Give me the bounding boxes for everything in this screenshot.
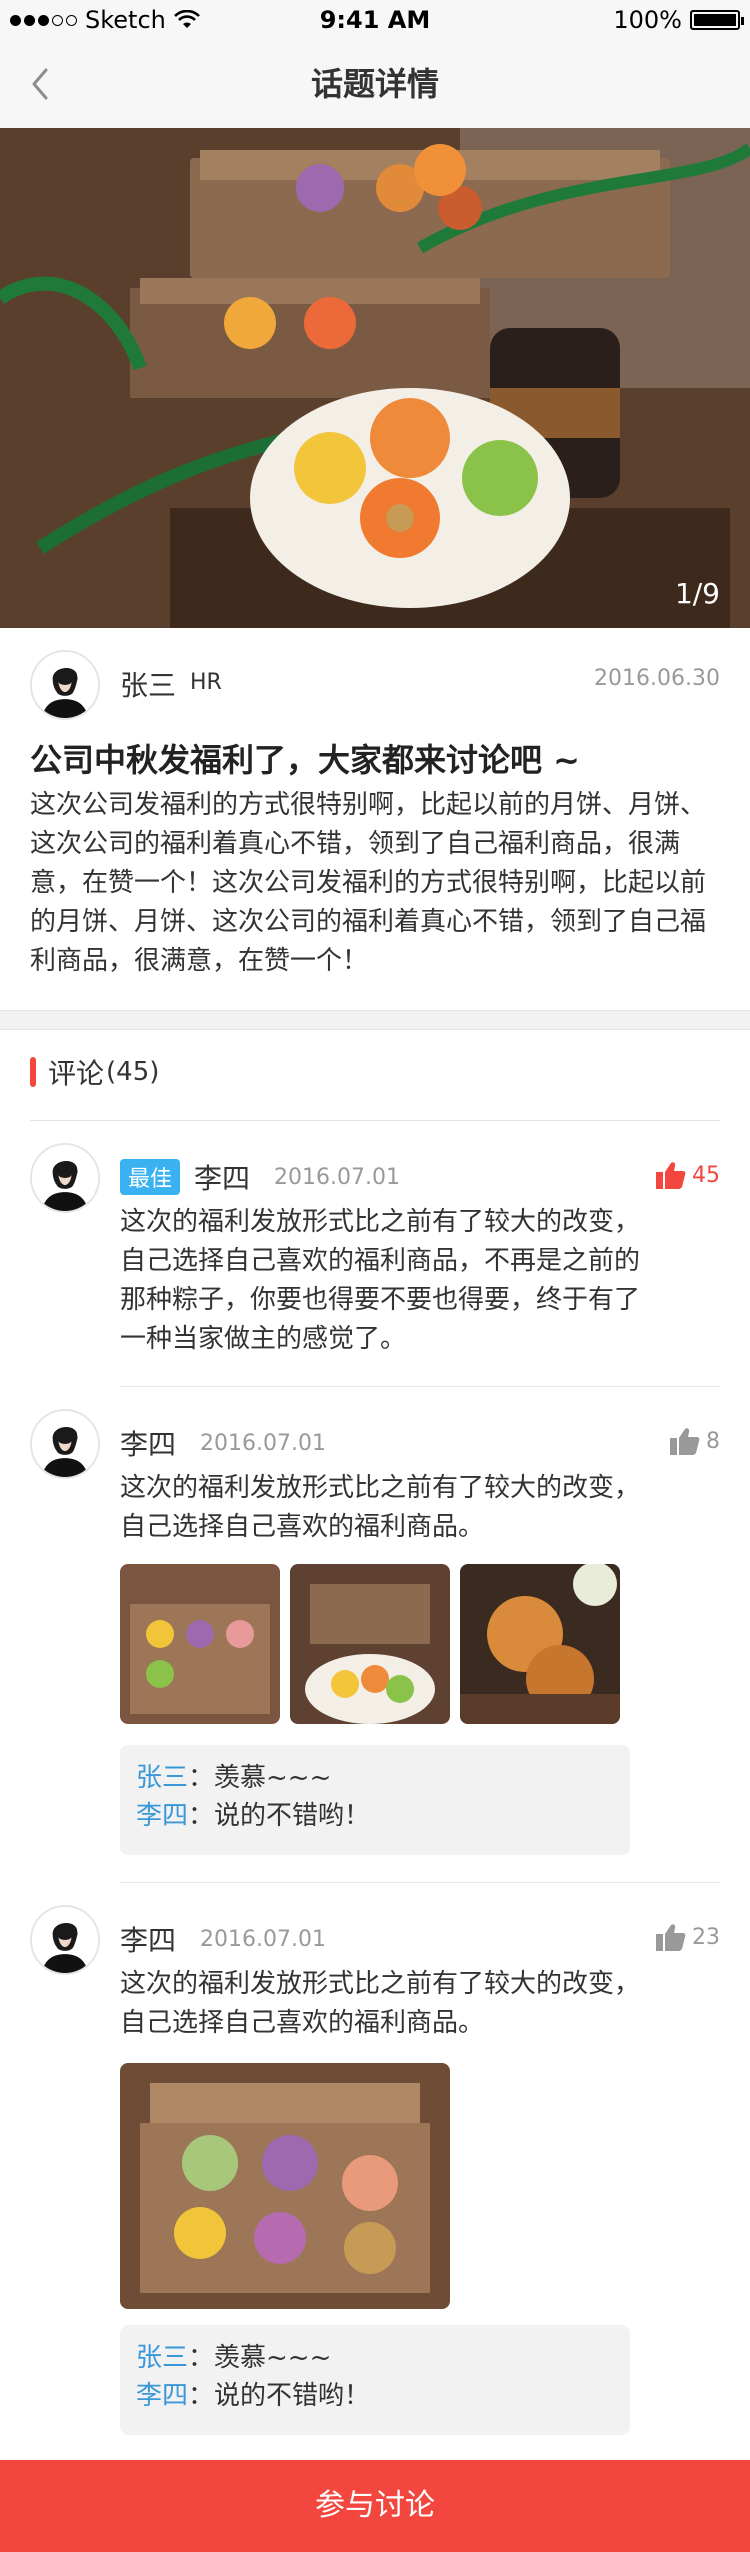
reply-user[interactable]: 李四 xyxy=(136,1801,188,1831)
comment-image[interactable] xyxy=(290,1564,450,1724)
commenter-name[interactable]: 李四 xyxy=(120,1423,176,1463)
battery-icon xyxy=(690,10,744,30)
reply-text: ：说的不错哟！ xyxy=(188,1801,371,1831)
section-marker xyxy=(30,1057,36,1087)
avatar[interactable] xyxy=(30,1409,100,1479)
user-avatar-icon xyxy=(32,652,98,718)
like-count: 23 xyxy=(692,1924,720,1950)
reply-text: ：说的不错哟！ xyxy=(188,2381,371,2411)
comment-date: 2016.07.01 xyxy=(200,1926,326,1952)
comment-meta: 李四 2016.07.01 xyxy=(120,1919,326,1959)
join-discussion-button[interactable]: 参与讨论 xyxy=(0,2460,750,2552)
user-avatar-icon xyxy=(32,1411,98,1477)
nav-bar: 话题详情 xyxy=(0,40,750,128)
reply-user[interactable]: 李四 xyxy=(136,2381,188,2411)
comment-text: 这次的福利发放形式比之前有了较大的改变，自己选择自己喜欢的福利商品，不再是之前的… xyxy=(120,1207,641,1354)
comment-item: 最佳 李四 2016.07.01 45 这次的福利发放形式比之前有了较大的改变，… xyxy=(30,1143,720,1383)
comments-header: 评论 (45) xyxy=(30,1052,159,1092)
comment-meta: 李四 2016.07.01 xyxy=(120,1423,326,1463)
hero-image-carousel[interactable]: 1/9 xyxy=(0,128,750,628)
divider xyxy=(30,1120,720,1121)
author-name[interactable]: 张三 xyxy=(120,664,176,704)
post-body: 这次公司发福利的方式很特别啊，比起以前的月饼、月饼、这次公司的福利着真心不错，领… xyxy=(30,790,707,976)
reply-user[interactable]: 张三 xyxy=(136,2343,188,2373)
thumbs-up-icon xyxy=(656,1162,686,1189)
mooncake-photo xyxy=(0,128,750,628)
like-button[interactable]: 23 xyxy=(656,1923,720,1951)
thumbs-up-icon xyxy=(656,1924,686,1951)
mooncake-closeup-photo xyxy=(460,1564,620,1724)
status-bar: Sketch 9:41 AM 100% xyxy=(0,0,750,40)
comments-count: (45) xyxy=(106,1057,160,1087)
divider xyxy=(120,1882,720,1883)
comment-item: 李四 2016.07.01 8 这次的福利发放形式比之前有了较大的改变，自己选择… xyxy=(30,1409,720,1879)
like-button[interactable]: 45 xyxy=(656,1161,720,1189)
image-counter: 1/9 xyxy=(674,577,720,610)
thumbs-up-icon xyxy=(670,1428,700,1455)
avatar[interactable] xyxy=(30,1143,100,1213)
commenter-name[interactable]: 李四 xyxy=(120,1919,176,1959)
like-count: 45 xyxy=(692,1162,720,1188)
avatar[interactable] xyxy=(30,650,100,720)
avatar[interactable] xyxy=(30,1905,100,1975)
page-title: 话题详情 xyxy=(310,65,439,103)
mooncake-box-photo xyxy=(120,1564,280,1724)
reply-item: 张三：羡慕~~~ xyxy=(136,2339,614,2377)
user-avatar-icon xyxy=(32,1907,98,1973)
comment-image[interactable] xyxy=(120,1564,280,1724)
author-role: HR xyxy=(190,670,222,695)
comment-meta: 最佳 李四 2016.07.01 xyxy=(120,1157,400,1197)
reply-text: ：羡慕~~~ xyxy=(188,2343,332,2373)
post-date: 2016.06.30 xyxy=(594,666,720,691)
comments-title: 评论 xyxy=(48,1057,105,1090)
comment-text: 这次的福利发放形式比之前有了较大的改变，自己选择自己喜欢的福利商品。 xyxy=(120,1969,641,2038)
chevron-left-icon xyxy=(32,68,48,100)
reply-item: 张三：羡慕~~~ xyxy=(136,1759,614,1797)
comment-image[interactable] xyxy=(460,1564,620,1724)
post-author-row: 张三 HR 2016.06.30 xyxy=(30,650,720,720)
back-button[interactable] xyxy=(20,60,64,108)
battery-percent: 100% xyxy=(613,6,682,34)
reply-item: 李四：说的不错哟！ xyxy=(136,1797,614,1835)
section-divider xyxy=(0,1010,750,1030)
reply-box: 张三：羡慕~~~ 李四：说的不错哟！ xyxy=(120,1745,630,1855)
comment-date: 2016.07.01 xyxy=(274,1164,400,1190)
reply-item: 李四：说的不错哟！ xyxy=(136,2377,614,2415)
comment-item: 李四 2016.07.01 23 这次的福利发放形式比之前有了较大的改变，自己选… xyxy=(30,1905,720,2435)
user-avatar-icon xyxy=(32,1145,98,1211)
comment-image[interactable] xyxy=(120,2063,450,2309)
like-button[interactable]: 8 xyxy=(670,1427,720,1455)
reply-box: 张三：羡慕~~~ 李四：说的不错哟！ xyxy=(120,2325,630,2435)
comment-date: 2016.07.01 xyxy=(200,1430,326,1456)
best-badge: 最佳 xyxy=(120,1159,181,1195)
comment-text: 这次的福利发放形式比之前有了较大的改变，自己选择自己喜欢的福利商品。 xyxy=(120,1473,641,1542)
reply-user[interactable]: 张三 xyxy=(136,1763,188,1793)
status-right: 100% xyxy=(613,6,744,34)
like-count: 8 xyxy=(706,1428,720,1454)
divider xyxy=(120,1386,720,1387)
mooncake-gift-box-photo xyxy=(120,2063,450,2309)
reply-text: ：羡慕~~~ xyxy=(188,1763,332,1793)
post-title: 公司中秋发福利了，大家都来讨论吧 ~ xyxy=(30,741,580,779)
commenter-name[interactable]: 李四 xyxy=(194,1157,250,1197)
mooncake-plate-photo xyxy=(290,1564,450,1724)
